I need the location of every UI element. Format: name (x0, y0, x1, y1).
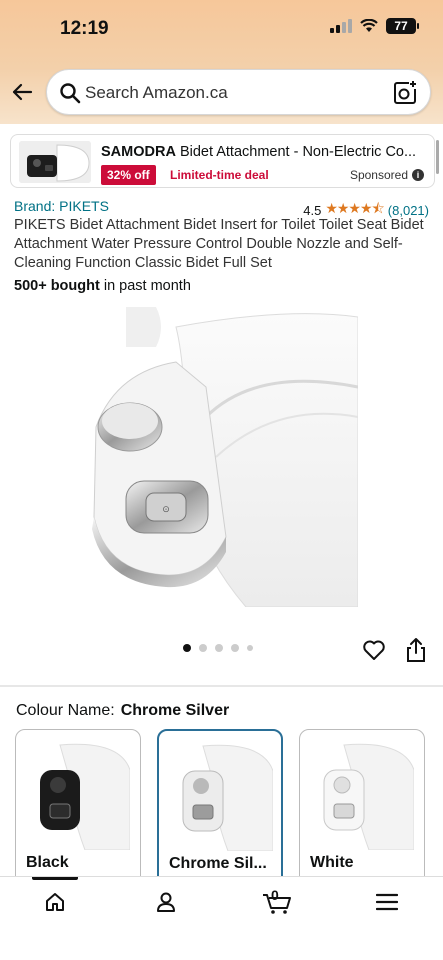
colour-option-name: Chrome Sil... (169, 855, 267, 872)
sponsored-label[interactable]: Sponsored i (350, 168, 424, 182)
clock: 12:19 (60, 18, 109, 39)
product-title: PIKETS Bidet Attachment Bidet Insert for… (14, 217, 424, 271)
colour-label: Colour Name: Chrome Silver (16, 702, 230, 719)
share-icon[interactable] (406, 637, 426, 663)
camera-lens-icon[interactable] (392, 80, 418, 106)
header: 12:19 77 Search Amazon.ca (0, 0, 443, 124)
discount-badge: 32% off (101, 165, 156, 185)
colour-option-white[interactable]: White (299, 729, 425, 889)
status-bar: 12:19 77 (0, 0, 443, 60)
deal-label: Limited-time deal (170, 168, 269, 182)
white-variant-image (323, 743, 414, 850)
svg-text:⊙: ⊙ (162, 504, 170, 514)
chrome-silver-variant-image (182, 744, 273, 851)
scrollbar (436, 140, 439, 174)
selected-colour: Chrome Silver (120, 702, 230, 719)
menu-icon[interactable] (376, 893, 398, 911)
back-arrow-icon[interactable] (10, 80, 34, 104)
colour-option-name: White (310, 854, 354, 871)
search-icon (60, 83, 81, 104)
ad-product-image (19, 141, 91, 183)
bought-info: 500+ bought in past month (14, 278, 191, 294)
image-carousel-dots[interactable] (183, 644, 253, 652)
heart-icon[interactable] (362, 639, 386, 661)
wifi-icon (360, 19, 378, 32)
active-tab-indicator (32, 877, 78, 880)
info-icon[interactable]: i (412, 169, 424, 181)
bottom-nav: 0 (0, 876, 443, 960)
status-icons: 77 (330, 18, 419, 34)
search-input[interactable]: Search Amazon.ca (85, 83, 228, 103)
brand-link[interactable]: Brand: PIKETS (14, 198, 109, 214)
signal-icon (330, 19, 352, 33)
colour-option-chrome-silver[interactable]: Chrome Sil... (157, 729, 283, 889)
black-variant-image (40, 743, 130, 850)
colour-option-black[interactable]: Black (15, 729, 141, 889)
sponsored-ad[interactable]: SAMODRA Bidet Attachment - Non-Electric … (10, 134, 435, 188)
home-icon[interactable] (44, 891, 66, 913)
cart-count: 0 (271, 887, 279, 903)
divider (0, 685, 443, 687)
account-icon[interactable] (155, 891, 177, 913)
ad-title[interactable]: SAMODRA Bidet Attachment - Non-Electric … (101, 144, 429, 160)
search-bar[interactable]: Search Amazon.ca (46, 69, 431, 115)
product-image[interactable]: ⊙ (86, 307, 358, 607)
colour-option-name: Black (26, 854, 69, 871)
battery-icon: 77 (386, 18, 419, 34)
